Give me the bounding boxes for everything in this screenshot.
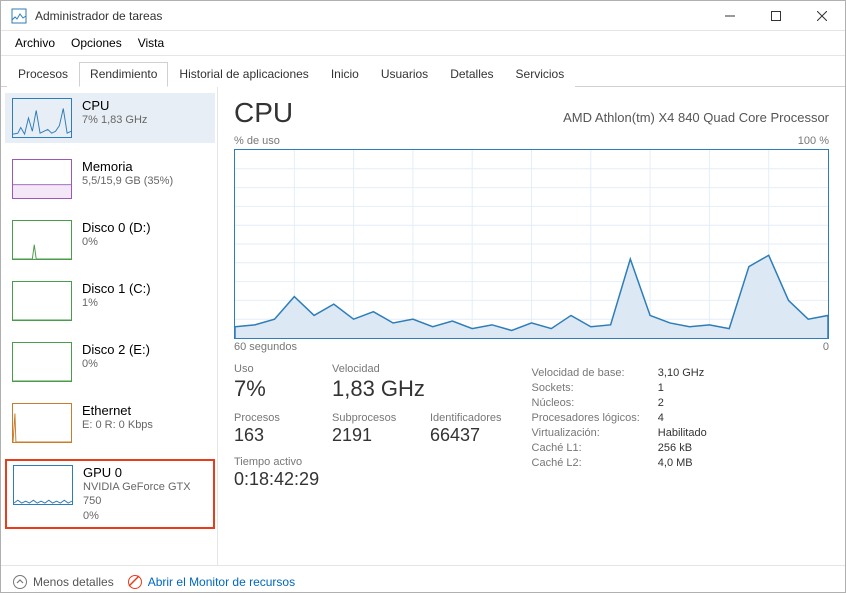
sidebar-item-label: CPU 7% 1,83 GHz	[82, 98, 147, 127]
sidebar-item-label: Ethernet E: 0 R: 0 Kbps	[82, 403, 153, 432]
content: CPU AMD Athlon(tm) X4 840 Quad Core Proc…	[218, 87, 845, 565]
sidebar: CPU 7% 1,83 GHz Memoria 5,5/15,9 GB (35%…	[1, 87, 218, 565]
tab-processes[interactable]: Procesos	[7, 62, 79, 87]
sidebar-item-ethernet[interactable]: Ethernet E: 0 R: 0 Kbps	[5, 398, 215, 448]
stats-right: Velocidad de base: 3,10 GHz Sockets: 1 Núcle…	[532, 363, 707, 490]
prop-key: Virtualización:	[532, 427, 640, 439]
graph-x-labels: 60 segundos 0	[234, 341, 829, 353]
sidebar-item-label: Disco 0 (D:) 0%	[82, 220, 151, 249]
prop-key: Caché L1:	[532, 442, 640, 454]
sidebar-item-label: Disco 1 (C:) 1%	[82, 281, 151, 310]
prop-value: 3,10 GHz	[658, 367, 707, 379]
x-left: 60 segundos	[234, 341, 297, 353]
stat-uptime: Tiempo activo 0:18:42:29	[234, 456, 502, 490]
mini-graph-memory	[12, 159, 72, 199]
stat-identificadores: Identificadores 66437	[430, 412, 502, 446]
mini-graph-cpu	[12, 98, 72, 138]
tab-details[interactable]: Detalles	[439, 62, 504, 87]
prop-value: 256 kB	[658, 442, 707, 454]
x-right: 0	[823, 341, 829, 353]
sidebar-item-label: GPU 0 NVIDIA GeForce GTX 750 0%	[83, 465, 207, 523]
tab-app-history[interactable]: Historial de aplicaciones	[168, 62, 319, 87]
sidebar-item-disk1[interactable]: Disco 1 (C:) 1%	[5, 276, 215, 326]
usage-max: 100 %	[798, 135, 829, 147]
sidebar-item-memory[interactable]: Memoria 5,5/15,9 GB (35%)	[5, 154, 215, 204]
menu-options[interactable]: Opciones	[63, 33, 130, 53]
mini-graph-ethernet	[12, 403, 72, 443]
window-title: Administrador de tareas	[35, 9, 707, 23]
cpu-model: AMD Athlon(tm) X4 840 Quad Core Processo…	[563, 110, 829, 125]
sidebar-item-disk0[interactable]: Disco 0 (D:) 0%	[5, 215, 215, 265]
prop-value: 4,0 MB	[658, 457, 707, 469]
footer: Menos detalles Abrir el Monitor de recur…	[1, 565, 845, 597]
prop-value: 1	[658, 382, 707, 394]
app-icon	[11, 8, 27, 24]
prop-key: Velocidad de base:	[532, 367, 640, 379]
graph-y-labels: % de uso 100 %	[234, 135, 829, 147]
stats-row: Uso 7% Velocidad 1,83 GHz Procesos 163 S…	[234, 363, 829, 490]
main: CPU 7% 1,83 GHz Memoria 5,5/15,9 GB (35%…	[1, 87, 845, 565]
tab-performance[interactable]: Rendimiento	[79, 62, 168, 87]
sidebar-item-gpu0[interactable]: GPU 0 NVIDIA GeForce GTX 750 0%	[5, 459, 215, 529]
mini-graph-disk2	[12, 342, 72, 382]
stats-left: Uso 7% Velocidad 1,83 GHz Procesos 163 S…	[234, 363, 502, 490]
stat-procesos: Procesos 163	[234, 412, 304, 446]
stop-icon	[128, 575, 142, 589]
mini-graph-disk0	[12, 220, 72, 260]
sidebar-item-label: Disco 2 (E:) 0%	[82, 342, 150, 371]
prop-key: Sockets:	[532, 382, 640, 394]
content-header: CPU AMD Athlon(tm) X4 840 Quad Core Proc…	[234, 97, 829, 129]
usage-label: % de uso	[234, 135, 280, 147]
prop-key: Núcleos:	[532, 397, 640, 409]
content-heading: CPU	[234, 97, 293, 129]
fewer-details-button[interactable]: Menos detalles	[13, 575, 114, 589]
prop-key: Procesadores lógicos:	[532, 412, 640, 424]
menu-view[interactable]: Vista	[130, 33, 172, 53]
stat-velocidad: Velocidad 1,83 GHz	[332, 363, 425, 402]
minimize-button[interactable]	[707, 1, 753, 31]
maximize-button[interactable]	[753, 1, 799, 31]
mini-graph-gpu0	[13, 465, 73, 505]
prop-value: 4	[658, 412, 707, 424]
cpu-usage-graph[interactable]	[234, 149, 829, 339]
sidebar-item-disk2[interactable]: Disco 2 (E:) 0%	[5, 337, 215, 387]
close-button[interactable]	[799, 1, 845, 31]
stat-subprocesos: Subprocesos 2191	[332, 412, 402, 446]
prop-value: 2	[658, 397, 707, 409]
tab-users[interactable]: Usuarios	[370, 62, 439, 87]
menubar: Archivo Opciones Vista	[1, 31, 845, 56]
prop-key: Caché L2:	[532, 457, 640, 469]
tabs: Procesos Rendimiento Historial de aplica…	[1, 56, 845, 87]
open-resource-monitor-link[interactable]: Abrir el Monitor de recursos	[128, 575, 295, 589]
tab-services[interactable]: Servicios	[505, 62, 576, 87]
sidebar-item-label: Memoria 5,5/15,9 GB (35%)	[82, 159, 173, 188]
menu-file[interactable]: Archivo	[7, 33, 63, 53]
chevron-up-icon	[13, 575, 27, 589]
titlebar: Administrador de tareas	[1, 1, 845, 31]
window-controls	[707, 1, 845, 31]
mini-graph-disk1	[12, 281, 72, 321]
sidebar-item-cpu[interactable]: CPU 7% 1,83 GHz	[5, 93, 215, 143]
prop-value: Habilitado	[658, 427, 707, 439]
stat-uso: Uso 7%	[234, 363, 304, 402]
tab-startup[interactable]: Inicio	[320, 62, 370, 87]
